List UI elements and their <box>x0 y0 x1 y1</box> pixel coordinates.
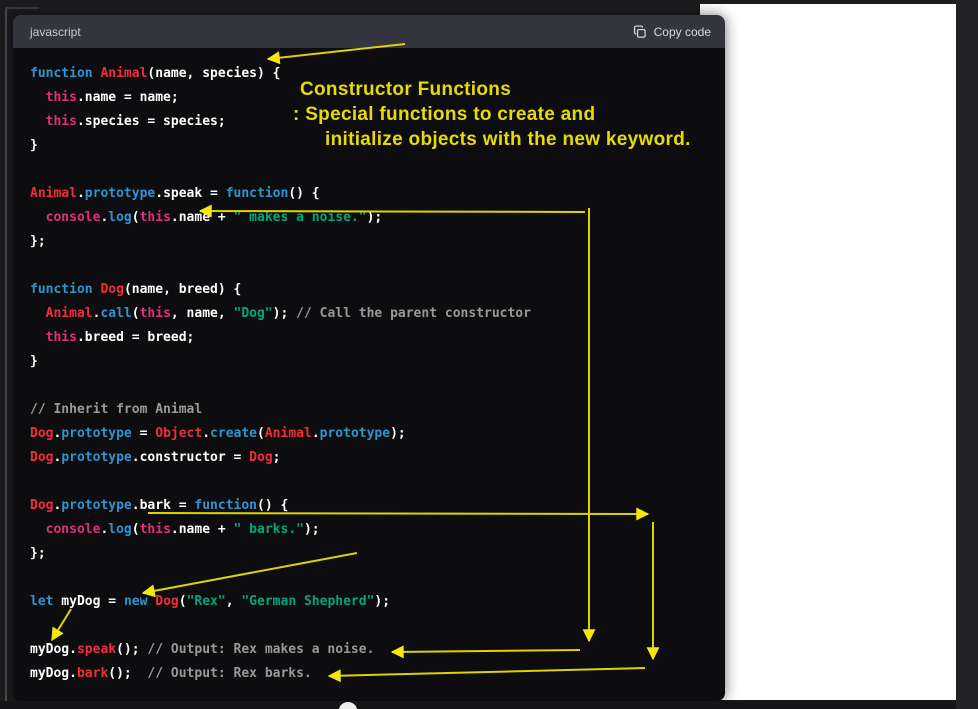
code-line: } <box>30 354 38 369</box>
screenshot-stage: javascript Copy code function Animal(nam… <box>0 0 978 709</box>
code-line: Dog.prototype.constructor = Dog; <box>30 450 281 465</box>
code-block-header: javascript Copy code <box>13 15 725 48</box>
code-line: let myDog = new Dog("Rex", "German Sheph… <box>30 594 391 609</box>
code-line: function Dog(name, breed) { <box>30 282 242 297</box>
annotation-text: : Special functions to create and <box>293 104 596 125</box>
bottom-strip <box>0 701 956 709</box>
code-line: this.breed = breed; <box>45 330 195 345</box>
code-language-label: javascript <box>30 24 81 39</box>
code-line: // Inherit from Animal <box>30 402 203 417</box>
code-line: }; <box>30 234 46 249</box>
annotation-text: Constructor Functions <box>300 79 512 100</box>
code-line: console.log(this.name + " barks."); <box>45 522 320 537</box>
code-line: myDog.speak(); // Output: Rex makes a no… <box>30 642 375 657</box>
copy-code-button[interactable]: Copy code <box>633 25 711 39</box>
copy-icon <box>633 24 647 39</box>
code-line: myDog.bark(); // Output: Rex barks. <box>30 666 312 681</box>
window-edge-highlight-vertical <box>5 7 7 709</box>
page-background <box>700 4 956 700</box>
window-edge-highlight-horizontal <box>5 7 39 9</box>
code-line: console.log(this.name + " makes a noise.… <box>45 210 383 225</box>
code-line: Animal.call(this, name, "Dog"); // Call … <box>45 306 531 321</box>
window-right-frame <box>956 0 978 709</box>
annotation-text: initialize objects with the new keyword. <box>325 129 691 150</box>
copy-code-label: Copy code <box>653 24 711 39</box>
code-line: Dog.prototype = Object.create(Animal.pro… <box>30 426 406 441</box>
code-line: }; <box>30 546 46 561</box>
code-line: Dog.prototype.bark = function() { <box>30 498 289 513</box>
code-line: Animal.prototype.speak = function() { <box>30 186 320 201</box>
